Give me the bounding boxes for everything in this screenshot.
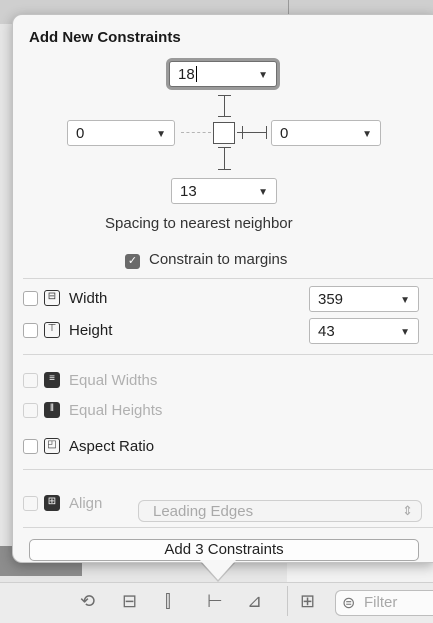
width-value: 359 xyxy=(318,291,344,308)
bottom-constraint-beam[interactable] xyxy=(224,147,225,169)
width-checkbox[interactable] xyxy=(23,291,38,306)
divider xyxy=(23,527,433,528)
equal-heights-label: Equal Heights xyxy=(69,402,163,419)
chevron-down-icon[interactable]: ▼ xyxy=(362,129,372,140)
align-icon: ⊞ xyxy=(44,495,60,511)
bottom-spacing-value: 13 xyxy=(180,183,197,200)
top-beam-cap xyxy=(218,116,231,117)
divider xyxy=(23,354,433,355)
align-label: Align xyxy=(69,495,103,512)
height-label: Height xyxy=(69,322,113,339)
align-checkbox[interactable] xyxy=(23,496,38,511)
top-beam-cap xyxy=(218,95,231,96)
aspect-ratio-icon: ◰ xyxy=(44,438,60,454)
text-caret xyxy=(195,66,197,82)
embed-in-stack-icon[interactable]: ⊟ xyxy=(122,590,137,612)
chevron-down-icon[interactable]: ▼ xyxy=(400,327,410,338)
pin-icon[interactable]: ⊢ xyxy=(207,590,223,612)
top-spacing-value: 18 xyxy=(178,66,195,83)
right-beam-cap xyxy=(242,126,243,139)
filter-icon: ⊜ xyxy=(342,595,356,612)
align-icon[interactable]: ⫿ xyxy=(165,590,171,612)
filter-field[interactable]: ⊜ Filter xyxy=(335,590,433,616)
grid-icon[interactable]: ⊞ xyxy=(300,590,315,612)
add-constraints-popover: Add New Constraints 18 ▼ 0 ▼ 0 ▼ 13 ▼ Sp… xyxy=(12,14,433,563)
top-constraint-beam[interactable] xyxy=(224,95,225,117)
height-field[interactable]: 43 ▼ xyxy=(309,318,419,344)
equal-widths-checkbox[interactable] xyxy=(23,373,38,388)
chevron-down-icon[interactable]: ▼ xyxy=(156,129,166,140)
toolbar-divider xyxy=(287,586,288,616)
equal-widths-icon: ≡ xyxy=(44,372,60,388)
constrain-to-margins-label: Constrain to margins xyxy=(149,251,288,268)
divider xyxy=(23,278,433,279)
chevron-down-icon[interactable]: ▼ xyxy=(258,70,268,81)
document-outline-area xyxy=(287,560,433,583)
align-popup[interactable]: Leading Edges ⇕ xyxy=(138,500,422,522)
divider xyxy=(23,469,433,470)
constrain-to-margins-checkbox[interactable]: ✓ xyxy=(125,254,140,269)
popover-title: Add New Constraints xyxy=(29,29,181,46)
chevron-down-icon[interactable]: ▼ xyxy=(400,295,410,306)
updown-chevron-icon: ⇕ xyxy=(402,503,413,518)
right-beam-cap xyxy=(266,126,267,139)
aspect-ratio-label: Aspect Ratio xyxy=(69,438,155,455)
height-checkbox[interactable] xyxy=(23,323,38,338)
bottom-beam-cap xyxy=(218,147,231,148)
left-spacing-value: 0 xyxy=(76,125,85,142)
height-icon: ⊤ xyxy=(44,322,60,338)
right-spacing-value: 0 xyxy=(280,125,289,142)
equal-heights-icon: ‖ xyxy=(44,402,60,418)
right-spacing-field[interactable]: 0 ▼ xyxy=(271,120,381,146)
filter-placeholder: Filter xyxy=(364,594,398,611)
align-value: Leading Edges xyxy=(153,503,254,520)
bottom-beam-cap xyxy=(218,169,231,170)
equal-heights-checkbox[interactable] xyxy=(23,403,38,418)
popover-arrow xyxy=(200,560,236,580)
top-spacing-field[interactable]: 18 ▼ xyxy=(169,61,277,87)
constraint-center-box xyxy=(213,122,235,144)
height-value: 43 xyxy=(318,323,335,340)
aspect-ratio-checkbox[interactable] xyxy=(23,439,38,454)
left-constraint-beam[interactable] xyxy=(181,132,211,134)
bottom-spacing-field[interactable]: 13 ▼ xyxy=(171,178,277,204)
chevron-down-icon[interactable]: ▼ xyxy=(258,187,268,198)
equal-widths-label: Equal Widths xyxy=(69,372,158,389)
spacing-caption: Spacing to nearest neighbor xyxy=(105,215,293,232)
left-spacing-field[interactable]: 0 ▼ xyxy=(67,120,175,146)
width-label: Width xyxy=(69,290,108,307)
resolve-issues-icon[interactable]: ⊿ xyxy=(247,590,262,612)
update-frames-icon[interactable]: ⟲ xyxy=(80,590,95,612)
width-icon: ⊟ xyxy=(44,290,60,306)
add-constraints-button[interactable]: Add 3 Constraints xyxy=(29,539,419,561)
width-field[interactable]: 359 ▼ xyxy=(309,286,419,312)
